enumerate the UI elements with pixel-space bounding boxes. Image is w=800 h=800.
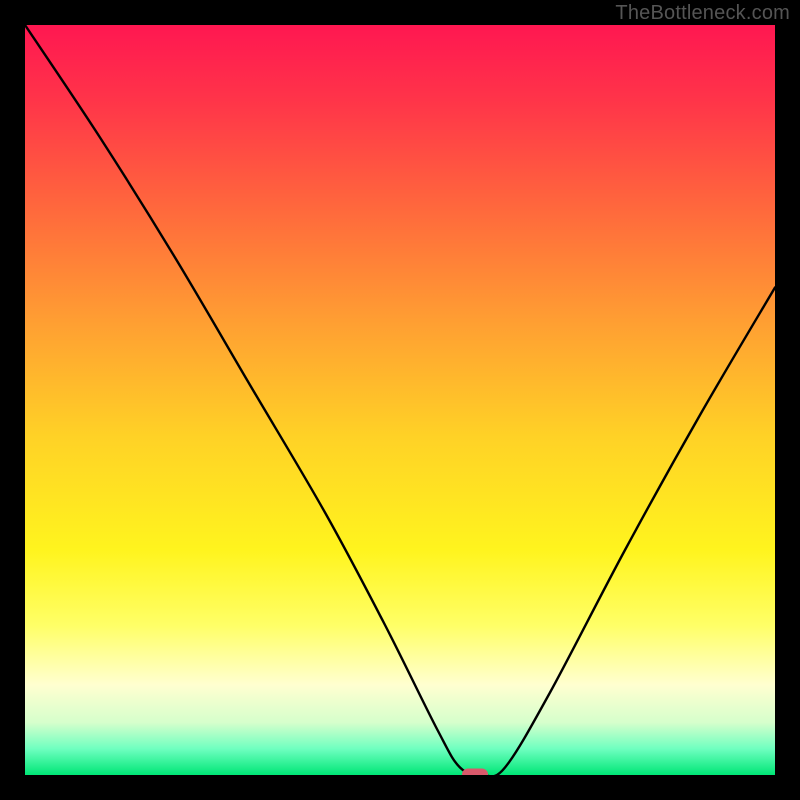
- chart-frame: TheBottleneck.com: [0, 0, 800, 800]
- watermark-text: TheBottleneck.com: [615, 2, 790, 25]
- plot-area: [25, 25, 775, 775]
- gradient-background: [25, 25, 775, 775]
- chart-svg: [25, 25, 775, 775]
- optimum-marker: [462, 769, 488, 776]
